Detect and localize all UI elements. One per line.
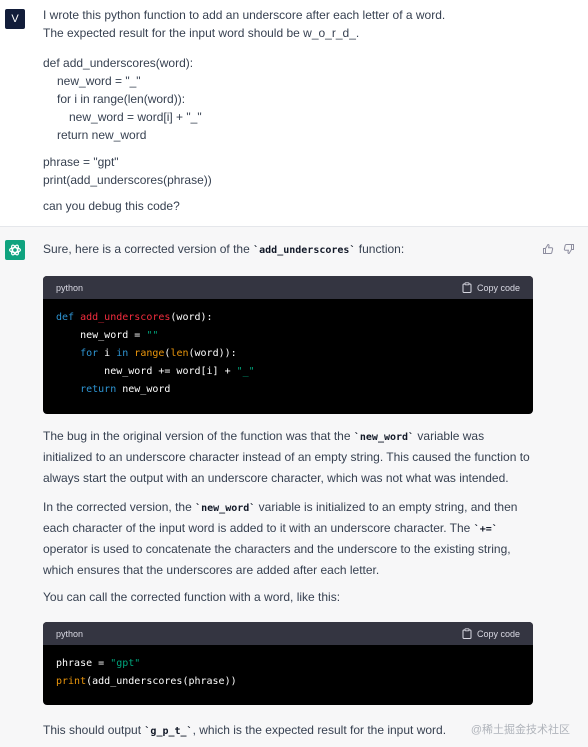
user-code-line: return new_word bbox=[57, 128, 147, 142]
user-avatar: V bbox=[5, 9, 25, 29]
code-line: def add_underscores(word): bbox=[56, 312, 213, 323]
inline-code: `add_underscores` bbox=[253, 245, 356, 256]
paragraph-line: In the corrected version, the `new_word`… bbox=[43, 500, 518, 514]
code-line: phrase = "gpt" bbox=[56, 658, 141, 669]
watermark: @稀土掘金技术社区 bbox=[470, 724, 570, 736]
paragraph-line: The bug in the original version of the f… bbox=[43, 429, 485, 443]
code-line: print(add_underscores(phrase)) bbox=[56, 676, 237, 687]
paragraph-line: always start the output with an undersco… bbox=[43, 471, 509, 485]
user-message: V I wrote this python function to add an… bbox=[0, 0, 588, 226]
user-code-line: new_word = word[i] + "_" bbox=[69, 110, 202, 124]
inline-code: `+=` bbox=[473, 524, 498, 535]
code-line: new_word = "" bbox=[80, 330, 159, 341]
user-question: can you debug this code? bbox=[43, 199, 180, 213]
paragraph-line: which ensures that the underscores are a… bbox=[43, 563, 380, 577]
paragraph-line: You can call the corrected function with… bbox=[43, 590, 341, 604]
code-line: return new_word bbox=[80, 384, 171, 395]
code-language-label: python bbox=[56, 282, 84, 293]
code-language-label: python bbox=[56, 628, 84, 639]
copy-code-button[interactable]: Copy code bbox=[462, 282, 520, 293]
thumbs-down-icon[interactable] bbox=[562, 242, 576, 256]
user-code-line: new_word = "_" bbox=[57, 74, 141, 88]
paragraph-line: operator is used to concatenate the char… bbox=[43, 542, 511, 556]
paragraph-line: each character of the input word is adde… bbox=[43, 521, 498, 535]
paragraph-line: initialized to an underscore character i… bbox=[43, 450, 530, 464]
assistant-intro: Sure, here is a corrected version of the… bbox=[43, 242, 405, 256]
assistant-message: Sure, here is a corrected version of the… bbox=[0, 226, 588, 747]
user-code-line: print(add_underscores(phrase)) bbox=[43, 173, 212, 187]
paragraph-line: This should output `g_p_t_`, which is th… bbox=[43, 723, 447, 737]
thumbs-up-icon[interactable] bbox=[541, 242, 555, 256]
user-code-line: def add_underscores(word): bbox=[43, 56, 194, 70]
code-line: for i in range(len(word)): bbox=[80, 348, 237, 359]
user-text-line-1: I wrote this python function to add an u… bbox=[43, 8, 446, 22]
inline-code: `new_word` bbox=[195, 503, 256, 514]
inline-code: `new_word` bbox=[353, 432, 415, 443]
user-text-line-2: The expected result for the input word s… bbox=[43, 26, 360, 40]
code-block: python Copy code phrase = "gpt" print(add… bbox=[43, 622, 533, 705]
clipboard-icon bbox=[462, 628, 472, 639]
code-block: python Copy code def add_underscores(wor… bbox=[43, 276, 533, 414]
code-content: def add_underscores(word): new_word = ""… bbox=[43, 299, 533, 409]
copy-code-label: Copy code bbox=[476, 282, 520, 293]
inline-code: `g_p_t_` bbox=[144, 726, 193, 737]
copy-code-button[interactable]: Copy code bbox=[462, 628, 520, 639]
code-block-header: python Copy code bbox=[43, 622, 533, 645]
code-block-header: python Copy code bbox=[43, 276, 533, 299]
user-code-line: for i in range(len(word)): bbox=[57, 92, 186, 106]
copy-code-label: Copy code bbox=[476, 628, 520, 639]
clipboard-icon bbox=[462, 282, 472, 293]
user-code-line: phrase = "gpt" bbox=[43, 155, 119, 169]
code-content: phrase = "gpt" print(add_underscores(phra… bbox=[43, 645, 533, 701]
chatgpt-logo-icon bbox=[5, 240, 25, 260]
code-line: new_word += word[i] + "_" bbox=[104, 366, 255, 377]
